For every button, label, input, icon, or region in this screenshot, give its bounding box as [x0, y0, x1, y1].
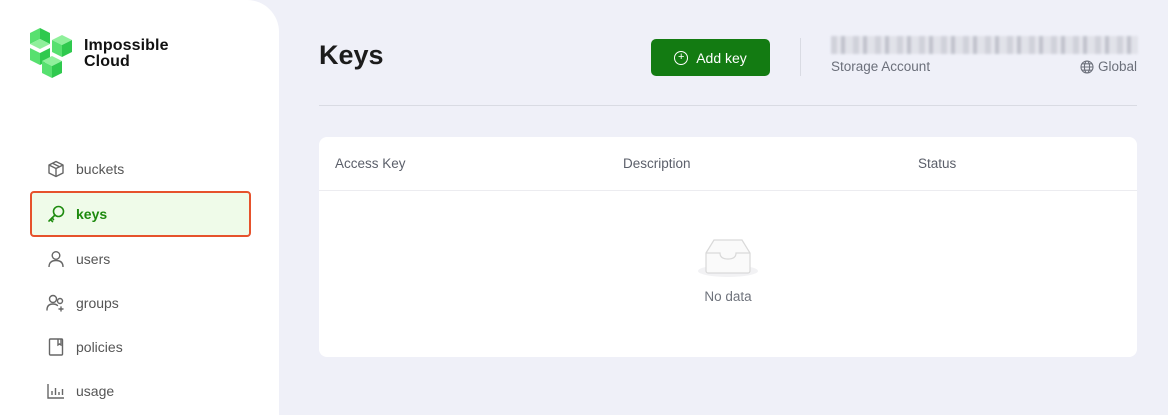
account-name-redacted [831, 36, 1138, 54]
key-icon [46, 204, 66, 224]
main-content: Keys + Add key Storage Account Global Ac… [279, 0, 1168, 415]
page-title: Keys [319, 40, 384, 70]
empty-text: No data [704, 289, 752, 304]
brand-name: Impossible Cloud [84, 38, 169, 70]
sidebar-item-label: users [76, 251, 111, 267]
empty-state: No data [319, 237, 1137, 304]
column-status[interactable]: Status [918, 156, 956, 171]
region-label: Global [1097, 59, 1137, 74]
book-icon [46, 337, 66, 357]
empty-inbox-icon [698, 239, 758, 277]
sidebar-item-buckets[interactable]: buckets [30, 147, 251, 191]
add-key-label: Add key [696, 49, 747, 66]
globe-icon [1080, 59, 1094, 74]
brand-line1: Impossible [84, 37, 169, 54]
brand-line2: Cloud [84, 53, 130, 70]
add-key-button[interactable]: + Add key [651, 39, 770, 76]
sidebar-nav: buckets keys users groups policies usage [30, 147, 251, 413]
column-access-key[interactable]: Access Key [335, 156, 406, 171]
sidebar-item-groups[interactable]: groups [30, 281, 251, 325]
sidebar: Impossible Cloud buckets keys users grou… [0, 0, 279, 415]
sidebar-item-label: usage [76, 383, 115, 399]
plus-circle-icon: + [674, 50, 689, 65]
sidebar-item-usage[interactable]: usage [30, 369, 251, 413]
header-divider [800, 38, 801, 76]
region-selector[interactable]: Global [1080, 59, 1137, 74]
sidebar-item-users[interactable]: users [30, 237, 251, 281]
cube-icon [46, 159, 66, 179]
table-header: Access Key Description Status [319, 137, 1137, 191]
logo-cubes-icon [30, 28, 72, 78]
header-separator [319, 105, 1137, 106]
sidebar-item-label: groups [76, 295, 119, 311]
user-icon [46, 249, 66, 269]
brand-logo[interactable]: Impossible Cloud [28, 28, 169, 80]
users-group-icon [46, 293, 66, 313]
sidebar-item-keys[interactable]: keys [30, 191, 251, 237]
bar-chart-icon [46, 381, 66, 401]
sidebar-item-label: buckets [76, 161, 125, 177]
keys-table: Access Key Description Status No data [319, 137, 1137, 357]
sidebar-item-policies[interactable]: policies [30, 325, 251, 369]
sidebar-item-label: keys [76, 206, 108, 222]
column-description[interactable]: Description [623, 156, 691, 171]
account-label: Storage Account [831, 59, 931, 74]
sidebar-item-label: policies [76, 339, 123, 355]
